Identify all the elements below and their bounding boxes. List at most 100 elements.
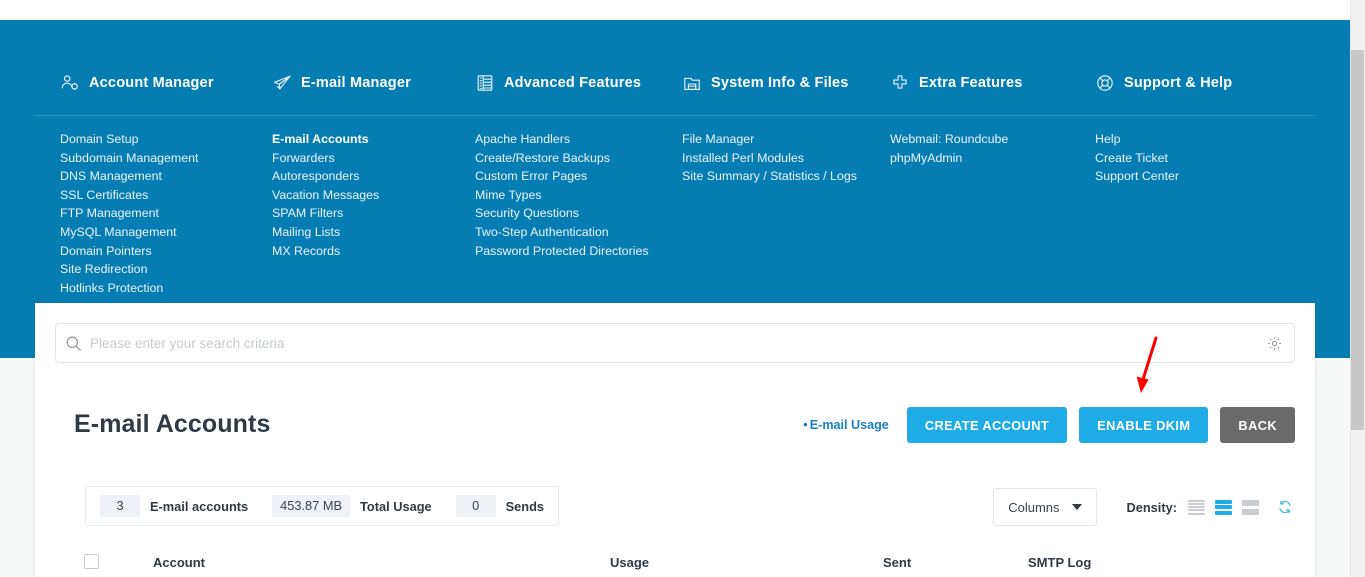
nav-heading-label: Support & Help	[1124, 75, 1232, 91]
density-options	[1188, 500, 1259, 515]
nav-link-hotlinks-protection[interactable]: Hotlinks Protection	[60, 279, 198, 298]
nav-link-support-center[interactable]: Support Center	[1095, 167, 1179, 186]
column-header-smtp-log[interactable]: SMTP Log	[1028, 555, 1091, 570]
refresh-icon[interactable]	[1277, 499, 1293, 515]
nav-column-support-help: Support & Help Help Create Ticket Suppor…	[1095, 70, 1232, 96]
nav-link-subdomain-management[interactable]: Subdomain Management	[60, 149, 198, 168]
nav-link-webmail-roundcube[interactable]: Webmail: Roundcube	[890, 130, 1008, 149]
create-account-button[interactable]: CREATE ACCOUNT	[907, 407, 1067, 443]
nav-heading-email-manager[interactable]: E-mail Manager	[272, 70, 411, 96]
nav-divider	[35, 115, 1315, 116]
nav-links-system-info-files: File Manager Installed Perl Modules Site…	[682, 130, 857, 186]
nav-heading-extra-features[interactable]: Extra Features	[890, 70, 1023, 96]
gear-icon[interactable]	[1254, 324, 1294, 362]
column-header-usage[interactable]: Usage	[610, 555, 649, 570]
nav-link-ftp-management[interactable]: FTP Management	[60, 204, 198, 223]
search-input[interactable]	[90, 336, 1254, 351]
content-card: E-mail Accounts •E-mail Usage CREATE ACC…	[35, 303, 1315, 577]
stats-summary-bar: 3 E-mail accounts 453.87 MB Total Usage …	[85, 486, 559, 526]
nav-heading-account-manager[interactable]: Account Manager	[60, 70, 214, 96]
nav-heading-label: Extra Features	[919, 75, 1023, 91]
nav-heading-label: System Info & Files	[711, 75, 849, 91]
nav-link-phpmyadmin[interactable]: phpMyAdmin	[890, 149, 1008, 168]
density-label: Density:	[1127, 500, 1178, 515]
sends-label: Sends	[506, 499, 544, 514]
enable-dkim-button[interactable]: ENABLE DKIM	[1079, 407, 1208, 443]
page-header-actions: •E-mail Usage CREATE ACCOUNT ENABLE DKIM…	[803, 407, 1295, 443]
vertical-scrollbar-thumb[interactable]	[1351, 50, 1364, 430]
search-bar[interactable]	[55, 323, 1295, 363]
nav-heading-label: Advanced Features	[504, 75, 641, 91]
nav-link-domain-setup[interactable]: Domain Setup	[60, 130, 198, 149]
nav-link-autoresponders[interactable]: Autoresponders	[272, 167, 379, 186]
nav-link-file-manager[interactable]: File Manager	[682, 130, 857, 149]
nav-link-site-summary-statistics-logs[interactable]: Site Summary / Statistics / Logs	[682, 167, 857, 186]
nav-link-apache-handlers[interactable]: Apache Handlers	[475, 130, 649, 149]
back-button[interactable]: BACK	[1220, 407, 1295, 443]
search-icon	[56, 324, 90, 362]
density-comfortable-icon[interactable]	[1242, 500, 1259, 515]
nav-column-email-manager: E-mail Manager E-mail Accounts Forwarder…	[272, 70, 411, 96]
nav-links-email-manager: E-mail Accounts Forwarders Autoresponder…	[272, 130, 379, 260]
nav-links-account-manager: Domain Setup Subdomain Management DNS Ma…	[60, 130, 198, 297]
nav-link-mx-records[interactable]: MX Records	[272, 242, 379, 261]
account-manager-icon	[60, 73, 80, 93]
nav-link-security-questions[interactable]: Security Questions	[475, 204, 649, 223]
app-root: Account Manager Domain Setup Subdomain M…	[0, 0, 1365, 577]
nav-link-vacation-messages[interactable]: Vacation Messages	[272, 186, 379, 205]
nav-link-mailing-lists[interactable]: Mailing Lists	[272, 223, 379, 242]
nav-links-extra-features: Webmail: Roundcube phpMyAdmin	[890, 130, 1008, 167]
nav-link-mysql-management[interactable]: MySQL Management	[60, 223, 198, 242]
columns-dropdown-label: Columns	[1008, 500, 1059, 515]
nav-link-email-accounts[interactable]: E-mail Accounts	[272, 130, 379, 149]
nav-heading-support-help[interactable]: Support & Help	[1095, 70, 1232, 96]
vertical-scrollbar-track[interactable]	[1350, 0, 1365, 577]
nav-column-system-info-files: System Info & Files File Manager Install…	[682, 70, 849, 96]
nav-link-spam-filters[interactable]: SPAM Filters	[272, 204, 379, 223]
nav-link-site-redirection[interactable]: Site Redirection	[60, 260, 198, 279]
table-header-row: Account Usage Sent SMTP Log	[35, 551, 1315, 577]
nav-link-help[interactable]: Help	[1095, 130, 1179, 149]
sends-value: 0	[456, 495, 496, 517]
email-usage-label: E-mail Usage	[810, 418, 889, 432]
nav-links-support-help: Help Create Ticket Support Center	[1095, 130, 1179, 186]
select-all-checkbox[interactable]	[84, 554, 99, 569]
nav-link-custom-error-pages[interactable]: Custom Error Pages	[475, 167, 649, 186]
total-usage-label: Total Usage	[360, 499, 432, 514]
email-accounts-count: 3	[100, 495, 140, 517]
table-controls: Columns Density:	[993, 486, 1293, 528]
email-accounts-label: E-mail accounts	[150, 499, 248, 514]
nav-link-domain-pointers[interactable]: Domain Pointers	[60, 242, 198, 261]
column-header-sent[interactable]: Sent	[883, 555, 911, 570]
nav-link-create-ticket[interactable]: Create Ticket	[1095, 149, 1179, 168]
column-header-account[interactable]: Account	[153, 555, 205, 570]
nav-link-two-step-authentication[interactable]: Two-Step Authentication	[475, 223, 649, 242]
density-standard-icon[interactable]	[1215, 500, 1232, 515]
nav-link-installed-perl-modules[interactable]: Installed Perl Modules	[682, 149, 857, 168]
email-usage-link[interactable]: •E-mail Usage	[803, 418, 889, 432]
nav-heading-label: E-mail Manager	[301, 75, 411, 91]
nav-link-create-restore-backups[interactable]: Create/Restore Backups	[475, 149, 649, 168]
extra-features-icon	[890, 73, 910, 93]
columns-dropdown[interactable]: Columns	[993, 488, 1096, 526]
nav-link-mime-types[interactable]: Mime Types	[475, 186, 649, 205]
nav-link-forwarders[interactable]: Forwarders	[272, 149, 379, 168]
nav-link-dns-management[interactable]: DNS Management	[60, 167, 198, 186]
bullet-icon: •	[803, 418, 807, 432]
nav-link-password-protected-directories[interactable]: Password Protected Directories	[475, 242, 649, 261]
chevron-down-icon	[1072, 504, 1082, 510]
total-usage-value: 453.87 MB	[272, 495, 350, 517]
support-help-icon	[1095, 73, 1115, 93]
nav-column-advanced-features: Advanced Features Apache Handlers Create…	[475, 70, 641, 96]
nav-links-advanced-features: Apache Handlers Create/Restore Backups C…	[475, 130, 649, 260]
nav-heading-advanced-features[interactable]: Advanced Features	[475, 70, 641, 96]
nav-heading-system-info-files[interactable]: System Info & Files	[682, 70, 849, 96]
email-manager-icon	[272, 73, 292, 93]
nav-column-account-manager: Account Manager Domain Setup Subdomain M…	[60, 70, 214, 96]
nav-link-ssl-certificates[interactable]: SSL Certificates	[60, 186, 198, 205]
density-compact-icon[interactable]	[1188, 500, 1205, 515]
system-info-files-icon	[682, 73, 702, 93]
page-title: E-mail Accounts	[74, 410, 270, 439]
nav-column-extra-features: Extra Features Webmail: Roundcube phpMyA…	[890, 70, 1023, 96]
nav-heading-label: Account Manager	[89, 75, 214, 91]
